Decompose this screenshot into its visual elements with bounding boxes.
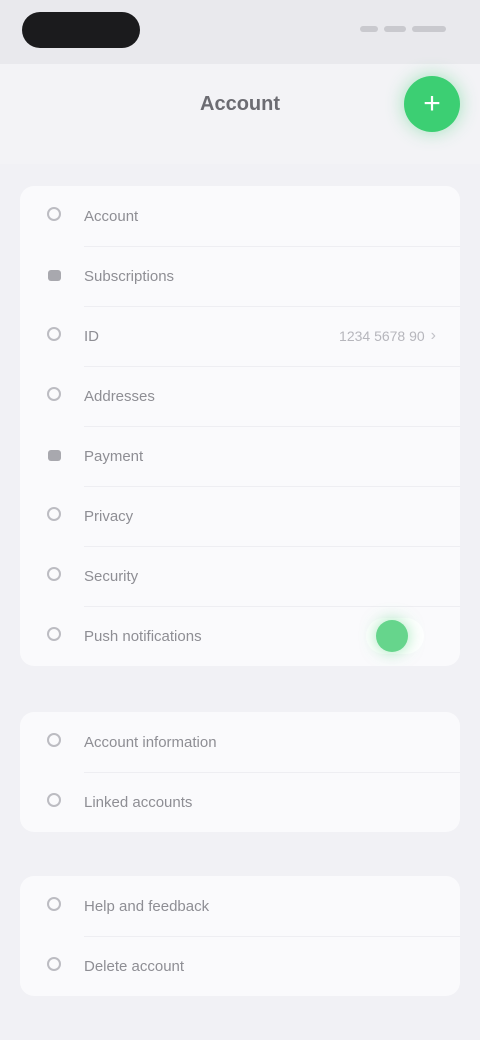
settings-row-payment[interactable]: Payment bbox=[20, 426, 460, 486]
row-label: ID bbox=[84, 327, 99, 345]
card-icon bbox=[44, 266, 64, 286]
settings-row-privacy[interactable]: Privacy bbox=[20, 486, 460, 546]
id-icon bbox=[44, 326, 64, 346]
row-label: Privacy bbox=[84, 507, 134, 525]
wallet-icon bbox=[44, 446, 64, 466]
settings-row-security[interactable]: Security bbox=[20, 546, 460, 606]
settings-row-id[interactable]: ID 1234 5678 90 › bbox=[20, 306, 460, 366]
row-label: Subscriptions bbox=[84, 267, 175, 285]
status-bar bbox=[0, 0, 480, 64]
add-button[interactable]: + bbox=[404, 76, 460, 132]
settings-row-delete-account[interactable]: Delete account bbox=[20, 936, 460, 996]
plus-icon: + bbox=[423, 87, 441, 120]
settings-group-main: Account Subscriptions ID 1234 5678 90 › … bbox=[20, 186, 460, 666]
row-label: Help and feedback bbox=[84, 897, 210, 915]
info-icon bbox=[44, 732, 64, 752]
signal-icon bbox=[360, 26, 378, 32]
settings-row-addresses[interactable]: Addresses bbox=[20, 366, 460, 426]
row-label: Account bbox=[84, 207, 139, 225]
trash-icon bbox=[44, 956, 64, 976]
lock-icon bbox=[44, 506, 64, 526]
settings-group-account-info: Account information Linked accounts bbox=[20, 712, 460, 832]
chevron-right-icon: › bbox=[430, 327, 436, 344]
push-notifications-toggle[interactable] bbox=[366, 618, 424, 654]
row-value: 1234 5678 90 bbox=[339, 328, 425, 344]
row-label: Security bbox=[84, 567, 139, 585]
location-icon bbox=[44, 386, 64, 406]
row-label: Push notifications bbox=[84, 627, 202, 645]
toggle-knob bbox=[376, 620, 408, 652]
row-label: Payment bbox=[84, 447, 144, 465]
settings-row-linked-accounts[interactable]: Linked accounts bbox=[20, 772, 460, 832]
settings-row-account-information[interactable]: Account information bbox=[20, 712, 460, 772]
shield-icon bbox=[44, 566, 64, 586]
wifi-icon bbox=[384, 26, 406, 32]
person-icon bbox=[44, 206, 64, 226]
row-label: Linked accounts bbox=[84, 793, 193, 811]
battery-icon bbox=[412, 26, 446, 32]
status-indicators bbox=[354, 20, 446, 38]
status-time-pill bbox=[22, 12, 140, 48]
row-label: Account information bbox=[84, 733, 217, 751]
bell-icon bbox=[44, 626, 64, 646]
settings-row-subscriptions[interactable]: Subscriptions bbox=[20, 246, 460, 306]
link-icon bbox=[44, 792, 64, 812]
settings-row-push-notifications: Push notifications bbox=[20, 606, 460, 666]
help-icon bbox=[44, 896, 64, 916]
settings-row-account[interactable]: Account bbox=[20, 186, 460, 246]
row-label: Delete account bbox=[84, 957, 185, 975]
settings-group-support: Help and feedback Delete account bbox=[20, 876, 460, 996]
settings-row-help[interactable]: Help and feedback bbox=[20, 876, 460, 936]
row-label: Addresses bbox=[84, 387, 155, 405]
